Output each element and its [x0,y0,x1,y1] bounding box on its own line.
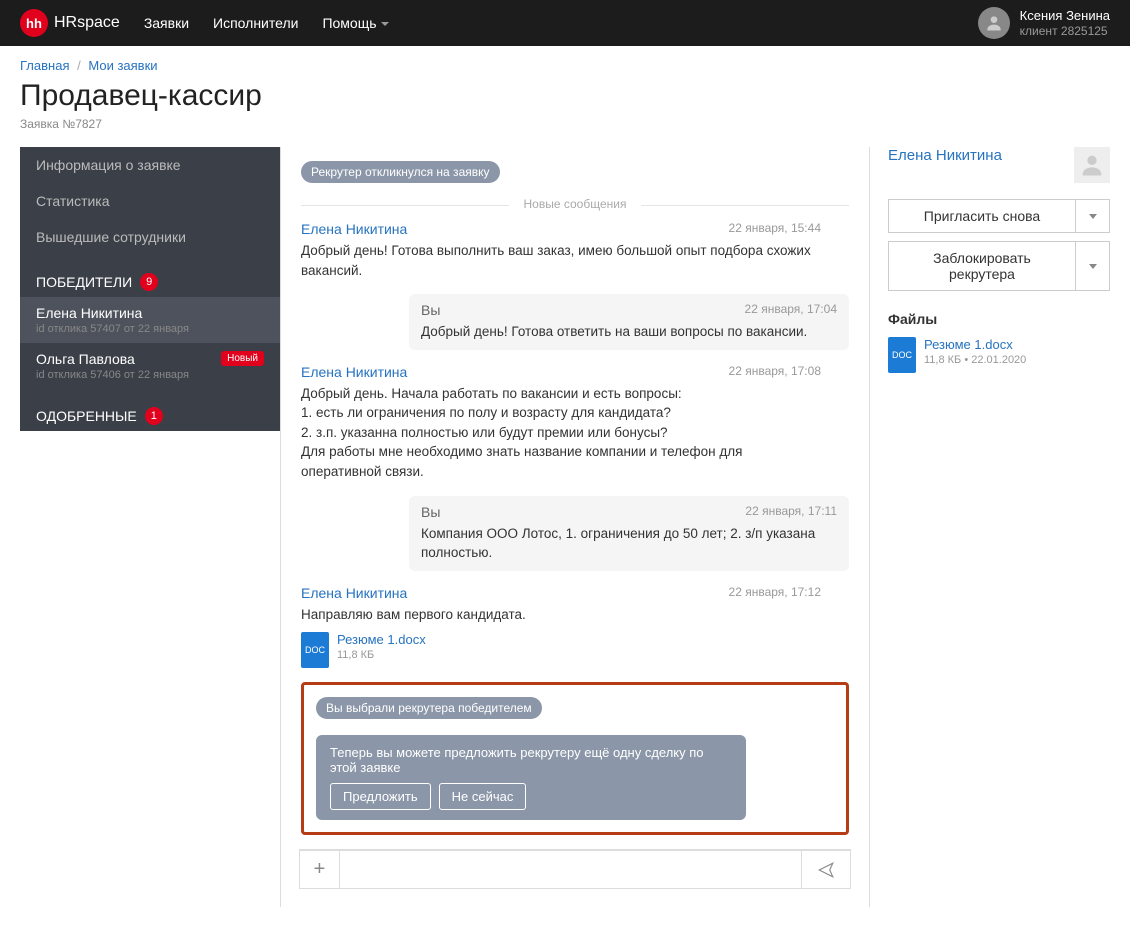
user-menu[interactable]: Ксения Зенина клиент 2825125 [978,7,1110,39]
compose: + [299,849,851,889]
message: Елена Никитина 22 января, 17:08 Добрый де… [301,364,821,482]
user-avatar-icon [978,7,1010,39]
winners-count-badge: 9 [140,273,158,291]
offer-box: Теперь вы можете предложить рекрутеру ещ… [316,735,746,820]
files-heading: Файлы [888,311,1110,327]
winner-meta: id отклика 57407 от 22 января [36,323,189,335]
recruiter-name-link[interactable]: Елена Никитина [888,147,1002,164]
sidebar-item-info[interactable]: Информация о заявке [20,147,280,183]
nav-requests[interactable]: Заявки [144,15,189,31]
winner-highlight: Вы выбрали рекрутера победителем Теперь … [301,682,849,835]
sidebar-approved-header[interactable]: ОДОБРЕННЫЕ 1 [20,389,280,431]
message: Елена Никитина 22 января, 17:12 Направляю… [301,585,821,669]
offer-button[interactable]: Предложить [330,783,431,810]
block-dropdown-button[interactable] [1076,241,1110,291]
status-responded: Рекрутер откликнулся на заявку [301,161,500,183]
winner-name: Ольга Павлова [36,351,189,367]
message-author: Вы [421,504,440,520]
approved-count-badge: 1 [145,407,163,425]
message-author[interactable]: Елена Никитина [301,221,407,237]
winner-item-0[interactable]: Елена Никитина id отклика 57407 от 22 ян… [20,297,280,343]
attachment[interactable]: DOC Резюме 1.docx 11,8 КБ [301,632,821,668]
logo-text: HRspace [54,14,120,32]
message-body: Добрый день! Готова ответить на ваши воп… [421,322,837,342]
attachment-size: 11,8 КБ [337,649,426,661]
page-title: Продавец-кассир [20,79,1110,113]
message-body: Добрый день! Готова выполнить ваш заказ,… [301,241,821,280]
top-nav: Заявки Исполнители Помощь [144,15,389,31]
message: Елена Никитина 22 января, 15:44 Добрый де… [301,221,821,280]
right-panel: Елена Никитина Пригласить снова Заблокир… [870,147,1110,373]
doc-icon: DOC [301,632,329,668]
file-meta: 11,8 КБ • 22.01.2020 [924,354,1026,366]
nav-performers[interactable]: Исполнители [213,15,298,31]
file-name[interactable]: Резюме 1.docx [924,337,1026,352]
doc-icon: DOC [888,337,916,373]
new-badge: Новый [221,351,264,366]
not-now-button[interactable]: Не сейчас [439,783,527,810]
invite-dropdown-button[interactable] [1076,199,1110,233]
user-name: Ксения Зенина [1020,8,1110,24]
message-self: Вы 22 января, 17:11 Компания ООО Лотос, 1… [409,496,849,571]
message-time: 22 января, 17:11 [745,504,837,520]
message-self: Вы 22 января, 17:04 Добрый день! Готова о… [409,294,849,350]
sidebar-approved-label: ОДОБРЕННЫЕ [36,408,137,424]
message-time: 22 января, 17:04 [745,302,837,318]
header: hh HRspace Заявки Исполнители Помощь Ксе… [0,0,1130,46]
message-author[interactable]: Елена Никитина [301,364,407,380]
offer-text: Теперь вы можете предложить рекрутеру ещ… [330,745,732,775]
request-id: Заявка №7827 [20,117,1110,131]
message-body: Компания ООО Лотос, 1. ограничения до 50… [421,524,837,563]
status-winner: Вы выбрали рекрутера победителем [316,697,542,719]
block-recruiter-button[interactable]: Заблокировать рекрутера [888,241,1076,291]
chat-panel: Рекрутер откликнулся на заявку Новые соо… [280,147,870,907]
message-time: 22 января, 17:12 [729,585,821,601]
winner-item-1[interactable]: Ольга Павлова id отклика 57406 от 22 янв… [20,343,280,389]
recruiter-avatar-icon [1074,147,1110,183]
message-body: Добрый день. Начала работать по вакансии… [301,384,821,482]
message-author: Вы [421,302,440,318]
new-messages-divider: Новые сообщения [301,197,849,211]
invite-again-button[interactable]: Пригласить снова [888,199,1076,233]
breadcrumb-page[interactable]: Мои заявки [88,58,157,73]
sidebar-winners-label: ПОБЕДИТЕЛИ [36,274,132,290]
breadcrumb: Главная / Мои заявки [20,58,1110,73]
message-time: 22 января, 15:44 [729,221,821,237]
message-time: 22 января, 17:08 [729,364,821,380]
message-body: Направляю вам первого кандидата. [301,605,821,625]
winner-name: Елена Никитина [36,305,189,321]
attachment-name[interactable]: Резюме 1.docx [337,632,426,647]
breadcrumb-home[interactable]: Главная [20,58,69,73]
sidebar: Информация о заявке Статистика Вышедшие … [20,147,280,431]
logo[interactable]: hh HRspace [20,9,120,37]
file-item[interactable]: DOC Резюме 1.docx 11,8 КБ • 22.01.2020 [888,337,1110,373]
nav-help[interactable]: Помощь [322,15,388,31]
sidebar-item-left[interactable]: Вышедшие сотрудники [20,219,280,255]
logo-badge: hh [20,9,48,37]
sidebar-winners-header[interactable]: ПОБЕДИТЕЛИ 9 [20,255,280,297]
user-sub: клиент 2825125 [1020,24,1110,38]
sidebar-item-stats[interactable]: Статистика [20,183,280,219]
message-author[interactable]: Елена Никитина [301,585,407,601]
winner-meta: id отклика 57406 от 22 января [36,369,189,381]
